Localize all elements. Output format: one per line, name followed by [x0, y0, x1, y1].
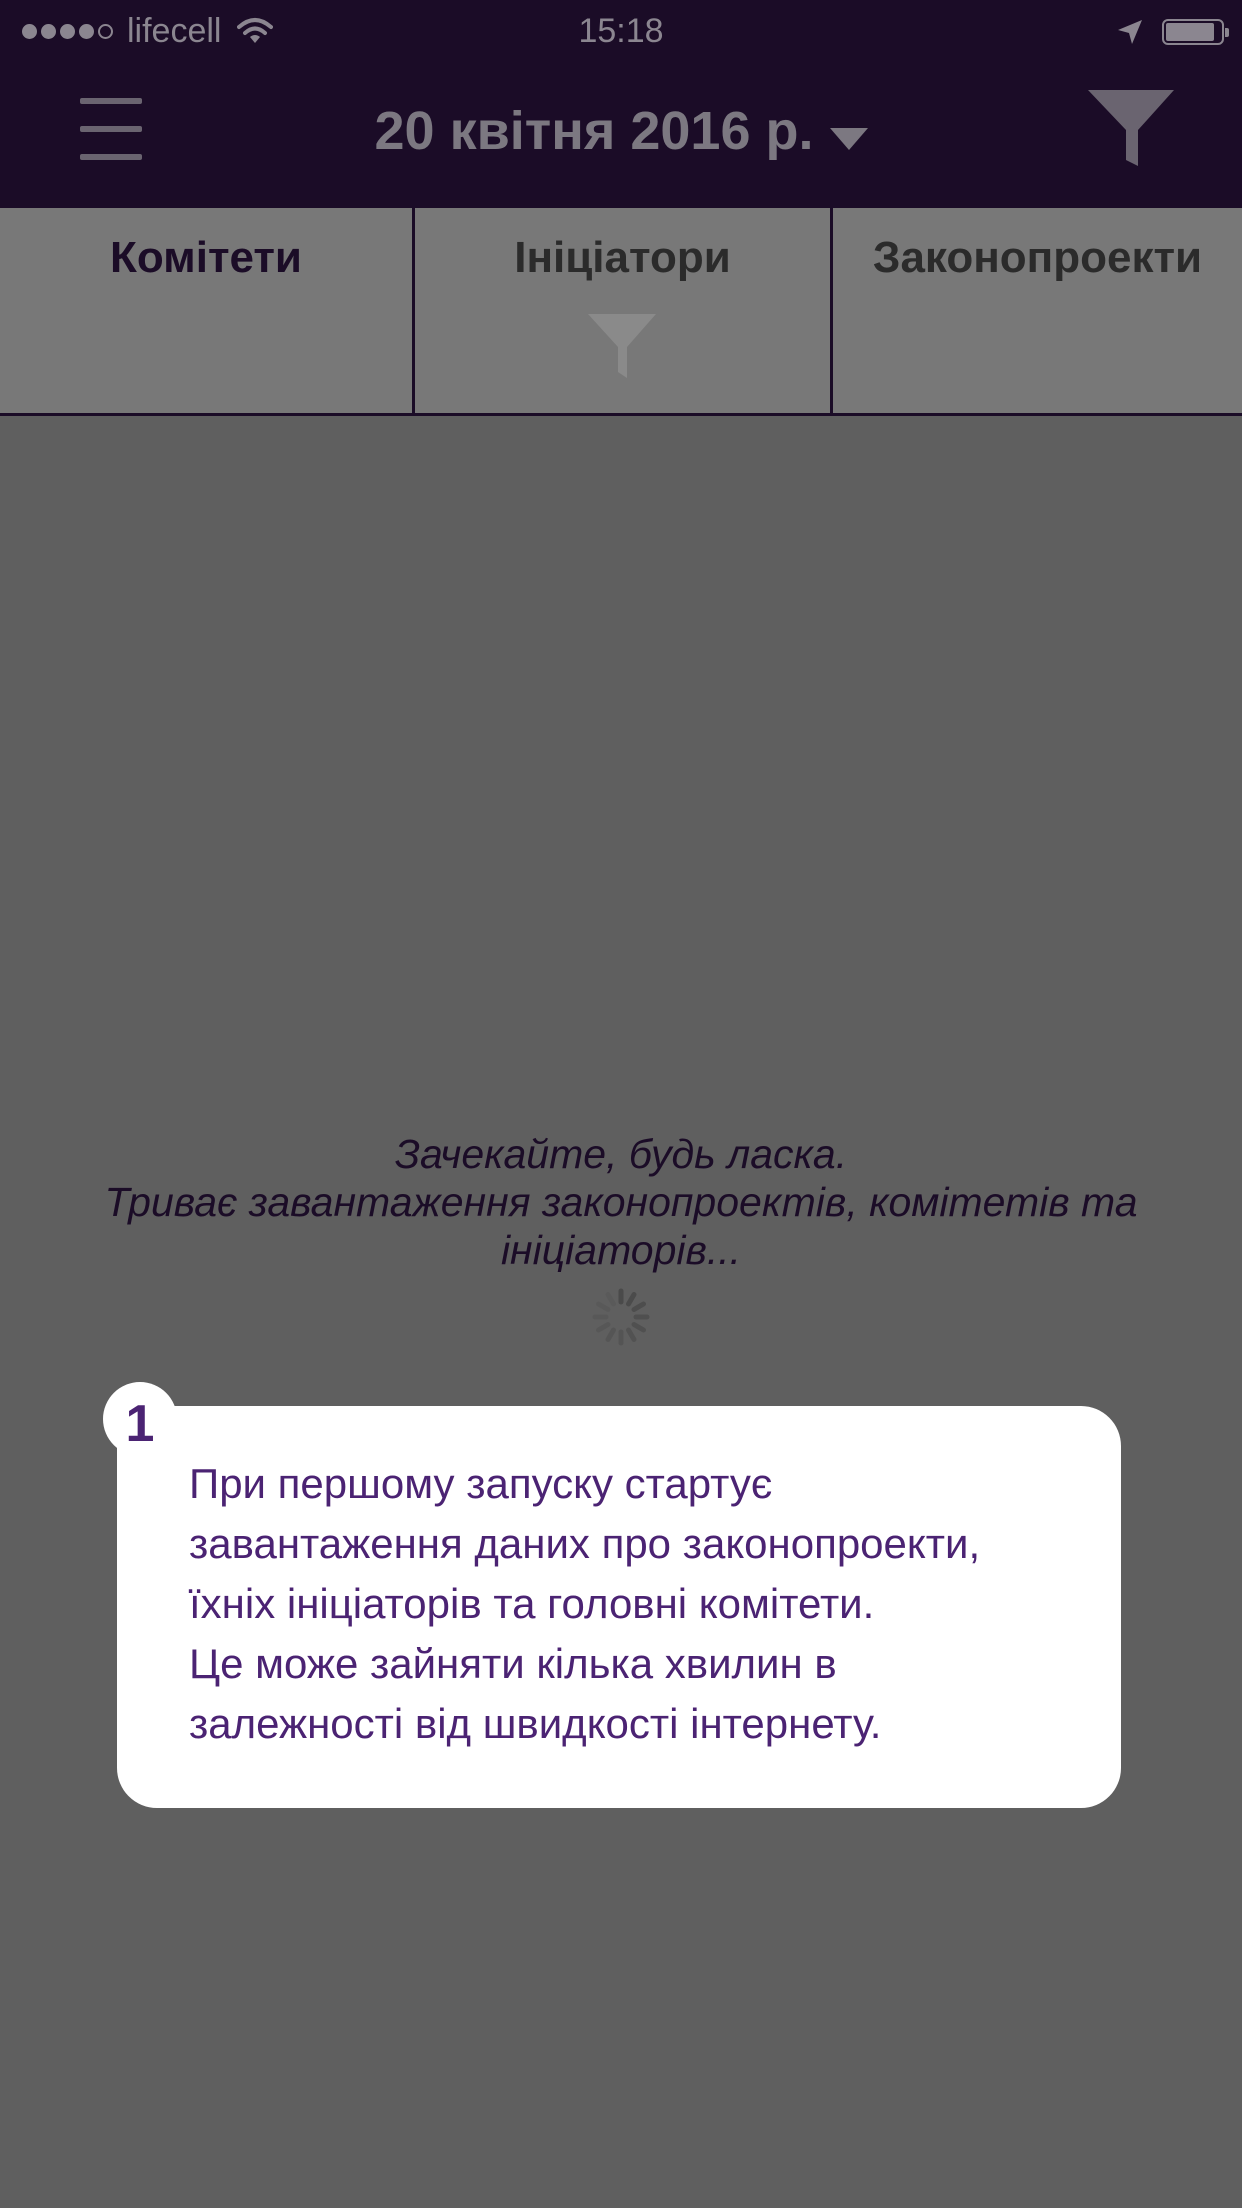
tab-bar: Комітети Ініціатори Законопроекти [0, 208, 1242, 416]
hint-text: При першому запуску стартує завантаження… [189, 1454, 1109, 1754]
top-bar: lifecell 15:18 20 квітня 2016 р. [0, 0, 1242, 208]
hint-line: завантаження даних про законопроекти, [189, 1520, 981, 1567]
hint-line: При першому запуску стартує [189, 1460, 773, 1507]
hint-step-number: 1 [125, 1395, 155, 1453]
loading-message: Зачекайте, будь ласка. Триває завантажен… [0, 1130, 1242, 1274]
onboarding-hint-card: При першому запуску стартує завантаження… [117, 1406, 1121, 1808]
status-time: 15:18 [578, 12, 664, 50]
tab-initiators-label: Ініціатори [514, 233, 731, 282]
status-bar-right [1116, 12, 1229, 52]
battery-icon [1162, 19, 1229, 45]
tab-initiators[interactable]: Ініціатори [412, 208, 830, 413]
tab-bills[interactable]: Законопроекти [830, 208, 1242, 413]
date-selector[interactable]: 20 квітня 2016 р. [0, 96, 1242, 166]
date-label[interactable]: 20 квітня 2016 р. [375, 101, 814, 161]
caret-down-icon[interactable] [829, 127, 868, 150]
loading-line-1: Зачекайте, будь ласка. [394, 1131, 848, 1177]
filter-icon[interactable] [588, 314, 656, 380]
hint-line: Це може зайняти кілька хвилин в [189, 1640, 837, 1687]
hint-line: їхніх ініціаторів та головні комітети. [189, 1580, 875, 1627]
hint-line: залежності від швидкості інтернету. [189, 1700, 882, 1747]
tab-bills-label: Законопроекти [872, 233, 1203, 282]
loading-spinner-icon [592, 1288, 650, 1346]
loading-line-2: Триває завантаження законопроектів, комі… [104, 1179, 1138, 1273]
location-arrow-icon [1118, 20, 1142, 44]
tab-committees-label: Комітети [110, 233, 302, 282]
tab-committees[interactable]: Комітети [0, 208, 412, 413]
filter-icon[interactable] [1088, 90, 1174, 170]
hint-step-badge: 1 [103, 1382, 177, 1456]
